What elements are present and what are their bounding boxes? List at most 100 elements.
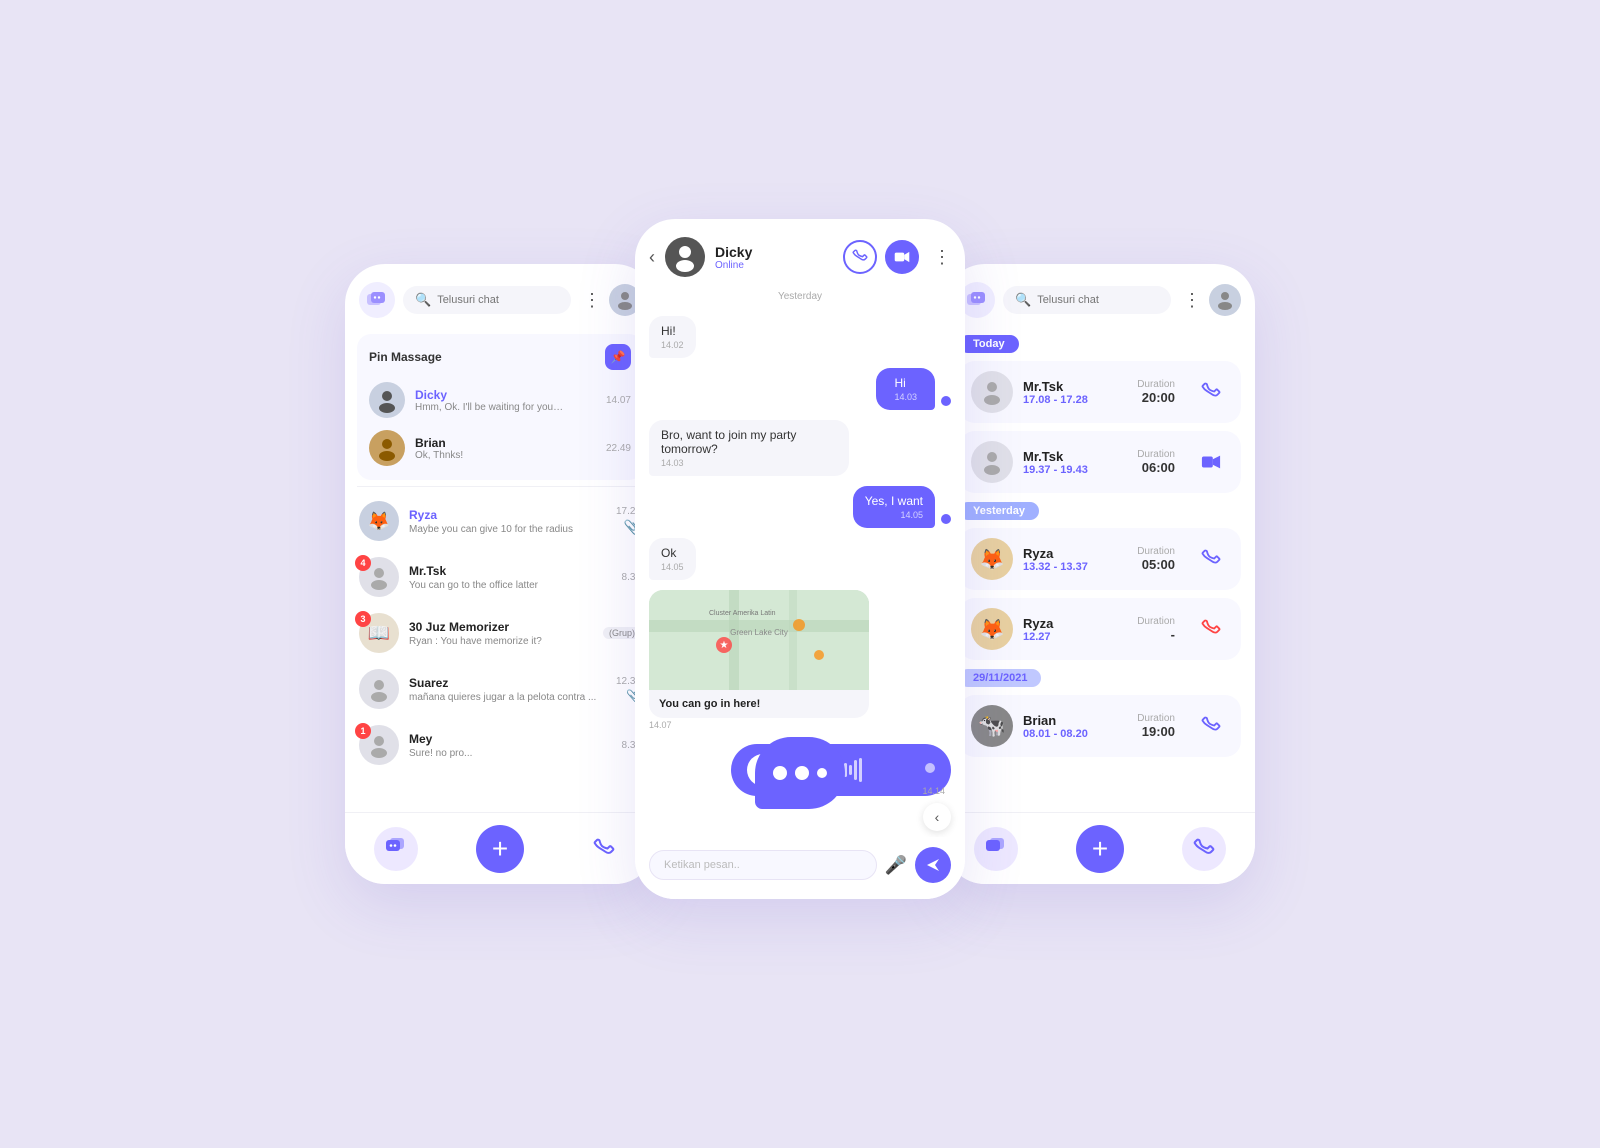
divider — [357, 486, 643, 487]
call-duration-ryza-phone: Duration 05:00 — [1137, 546, 1175, 572]
read-dot-2 — [941, 514, 951, 524]
contact-status: Online — [715, 260, 752, 271]
left-dots-icon[interactable]: ⋮ — [583, 290, 601, 311]
chat-item-ryza[interactable]: 🦊 Ryza Maybe you can give 10 for the rad… — [345, 493, 655, 549]
call-item-mrtsk-phone[interactable]: Mr.Tsk 17.08 - 17.28 Duration 20:00 — [959, 361, 1241, 423]
chat-avatar-ryza: 🦊 — [359, 501, 399, 541]
chat-item-mrtsk[interactable]: 4 Mr.Tsk You can go to the office latter… — [345, 549, 655, 605]
left-search-input[interactable] — [437, 294, 559, 306]
right-user-avatar[interactable] — [1209, 284, 1241, 316]
chat-name-ryza: Ryza — [409, 508, 606, 522]
center-dots-icon[interactable]: ⋮ — [933, 247, 951, 268]
chat-badge-30juz: 3 — [355, 611, 371, 627]
send-button[interactable] — [915, 847, 951, 883]
chat-badge-mrtsk: 4 — [355, 555, 371, 571]
call-avatar-ryza-missed: 🦊 — [971, 608, 1013, 650]
right-nav-phone-icon[interactable] — [1182, 827, 1226, 871]
call-timerange-mrtsk-video: 19.37 - 19.43 — [1023, 464, 1127, 476]
nav-phone-icon[interactable] — [582, 827, 626, 871]
pin-avatar-dicky — [369, 382, 405, 418]
chat-body-ryza: Ryza Maybe you can give 10 for the radiu… — [409, 508, 606, 535]
call-avatar-brian: 🐄 — [971, 705, 1013, 747]
duration-label: Duration — [1137, 379, 1175, 390]
pin-time-dicky: 14.07 — [606, 395, 631, 406]
pin-name-brian: Brian — [415, 436, 596, 450]
call-item-ryza-missed[interactable]: 🦊 Ryza 12.27 Duration - — [959, 598, 1241, 660]
nav-chat-icon[interactable] — [374, 827, 418, 871]
chat-preview-mey: Sure! no pro... — [409, 748, 612, 759]
call-avatar-mrtsk-phone — [971, 371, 1013, 413]
chat-name-mrtsk: Mr.Tsk — [409, 564, 612, 578]
right-search-icon: 🔍 — [1015, 292, 1031, 308]
call-item-mrtsk-video[interactable]: Mr.Tsk 19.37 - 19.43 Duration 06:00 — [959, 431, 1241, 493]
call-item-brian[interactable]: 🐄 Brian 08.01 - 08.20 Duration 19:00 — [959, 695, 1241, 757]
time-yes-right: 14.05 — [865, 510, 923, 520]
video-call-button[interactable] — [885, 240, 919, 274]
time-party-left: 14.03 — [661, 458, 837, 468]
chat-avatar-suarez — [359, 669, 399, 709]
msg-ok-left: Ok 14.05 — [649, 538, 951, 580]
message-input-wrapper[interactable]: Ketikan pesan.. — [649, 850, 877, 880]
right-nav-chat-icon[interactable] — [974, 827, 1018, 871]
back-button[interactable]: ‹ — [649, 247, 655, 268]
chat-body-suarez: Suarez mañana quieres jugar a la pelota … — [409, 676, 606, 703]
nav-plus-icon[interactable]: + — [476, 825, 524, 873]
call-timerange-brian: 08.01 - 08.20 — [1023, 728, 1127, 740]
scroll-down-button[interactable]: ‹ — [923, 803, 951, 831]
left-phone: 🔍 ⋮ Pin Massage 📌 Dicky Hmm, Ok. I' — [345, 264, 655, 884]
call-item-ryza-phone[interactable]: 🦊 Ryza 13.32 - 13.37 Duration 05:00 — [959, 528, 1241, 590]
contact-name: Dicky — [715, 244, 752, 260]
right-phone: 🔍 ⋮ Today Mr.Tsk 17.08 - 17.28 D — [945, 264, 1255, 884]
pin-button[interactable]: 📌 — [605, 344, 631, 370]
chat-avatar-wrap-mey: 1 — [359, 725, 399, 765]
left-search-bar[interactable]: 🔍 — [403, 286, 571, 314]
pin-info-brian: Brian Ok, Thnks! — [415, 436, 596, 461]
chat-item-suarez[interactable]: Suarez mañana quieres jugar a la pelota … — [345, 661, 655, 717]
pin-item-brian[interactable]: Brian Ok, Thnks! 22.49 — [369, 426, 631, 470]
bubble-yes-right: Yes, I want 14.05 — [853, 486, 935, 528]
right-dots-icon[interactable]: ⋮ — [1183, 290, 1201, 311]
chat-list: 🦊 Ryza Maybe you can give 10 for the rad… — [345, 493, 655, 773]
call-timerange-mrtsk-phone: 17.08 - 17.28 — [1023, 394, 1127, 406]
audio-call-button[interactable] — [843, 240, 877, 274]
map-bubble: Green Lake City Cluster Amerika Latin ★ … — [649, 590, 869, 730]
today-tag: Today — [959, 335, 1019, 353]
pin-avatar-brian — [369, 430, 405, 466]
pin-item[interactable]: Dicky Hmm, Ok. I'll be waiting for you a… — [369, 378, 631, 422]
right-nav-plus-icon[interactable]: + — [1076, 825, 1124, 873]
call-phone-button-brian[interactable] — [1193, 708, 1229, 744]
search-icon: 🔍 — [415, 292, 431, 308]
left-header: 🔍 ⋮ — [345, 264, 655, 328]
chat-body-mey: Mey Sure! no pro... — [409, 732, 612, 759]
chat-name-suarez: Suarez — [409, 676, 606, 690]
right-header: 🔍 ⋮ — [945, 264, 1255, 328]
scene: 🔍 ⋮ Pin Massage 📌 Dicky Hmm, Ok. I' — [0, 219, 1600, 929]
left-logo-icon — [359, 282, 395, 318]
call-phone-button-ryza[interactable] — [1193, 541, 1229, 577]
chat-name-30juz: 30 Juz Memorizer — [409, 620, 593, 634]
svg-text:Cluster Amerika Latin: Cluster Amerika Latin — [709, 610, 776, 617]
call-missed-button-ryza[interactable] — [1193, 611, 1229, 647]
msg-hi-right: Hi 14.03 — [649, 368, 951, 410]
chat-item-30juz[interactable]: 📖 3 30 Juz Memorizer Ryan : You have mem… — [345, 605, 655, 661]
chat-preview-mrtsk: You can go to the office latter — [409, 580, 612, 591]
chat-preview-30juz: Ryan : You have memorize it? — [409, 636, 593, 647]
call-duration-ryza-missed: Duration - — [1137, 616, 1175, 642]
contact-info: Dicky Online — [665, 237, 833, 277]
svg-text:★: ★ — [720, 640, 729, 651]
call-name-ryza-missed: Ryza — [1023, 616, 1127, 631]
call-buttons — [843, 240, 919, 274]
pin-name-dicky: Dicky — [415, 388, 596, 402]
map-container: Green Lake City Cluster Amerika Latin ★ … — [649, 590, 869, 718]
call-video-button-1[interactable] — [1193, 444, 1229, 480]
date-label-yesterday: Yesterday — [649, 291, 951, 302]
call-phone-button-1[interactable] — [1193, 374, 1229, 410]
chat-item-mey[interactable]: 1 Mey Sure! no pro... 8.34 — [345, 717, 655, 773]
right-search-input[interactable] — [1037, 294, 1159, 306]
duration-label-r: Duration — [1137, 546, 1175, 557]
right-search-bar[interactable]: 🔍 — [1003, 286, 1171, 314]
date-section: 29/11/2021 🐄 Brian 08.01 - 08.20 Duratio… — [959, 668, 1241, 757]
call-info-mrtsk-video: Mr.Tsk 19.37 - 19.43 — [1023, 449, 1127, 476]
logo-dot-1 — [773, 766, 787, 780]
mic-icon[interactable]: 🎤 — [885, 855, 907, 876]
